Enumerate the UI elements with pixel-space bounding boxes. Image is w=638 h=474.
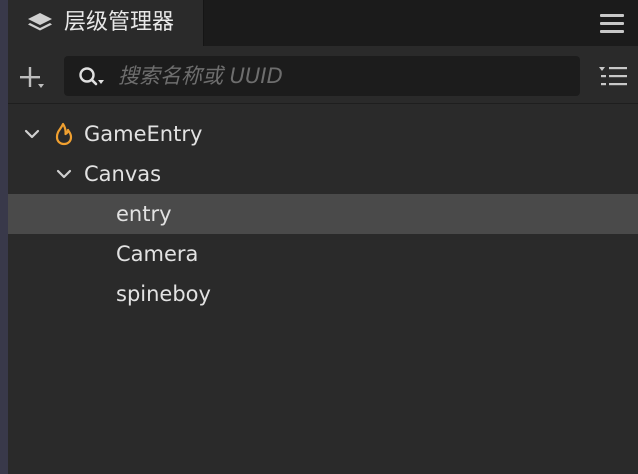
list-options-icon[interactable] <box>598 64 628 88</box>
tree-node-label: GameEntry <box>84 122 203 146</box>
flame-icon <box>55 122 73 146</box>
tab-hierarchy[interactable]: 层级管理器 <box>8 0 204 46</box>
panel-title: 层级管理器 <box>64 10 175 35</box>
layers-icon <box>28 13 52 31</box>
panel-menu-icon[interactable] <box>600 14 624 34</box>
search-box <box>64 56 580 96</box>
hierarchy-panel: 层级管理器 搜索名称或 UUID GameEntry Canvas entry … <box>0 0 638 474</box>
tree-node-label: Canvas <box>84 162 162 186</box>
tree-node-label: spineboy <box>116 282 211 306</box>
hierarchy-tree: GameEntry Canvas entry Camera spineboy <box>8 114 638 314</box>
tree-node-label: Camera <box>116 242 199 266</box>
tree-node-label: entry <box>116 202 172 226</box>
tree-node-camera[interactable]: Camera <box>8 234 638 274</box>
chevron-down-icon[interactable] <box>56 166 72 182</box>
search-input[interactable] <box>118 56 568 96</box>
search-icon[interactable] <box>78 66 106 88</box>
chevron-down-icon[interactable] <box>24 126 40 142</box>
tree-node-spineboy[interactable]: spineboy <box>8 274 638 314</box>
tree-node-canvas[interactable]: Canvas <box>8 154 638 194</box>
hierarchy-toolbar <box>8 46 638 104</box>
panel-tab-bar: 层级管理器 <box>8 0 638 46</box>
panel-left-edge <box>0 0 8 474</box>
add-node-button[interactable] <box>16 62 46 92</box>
tree-node-gameentry[interactable]: GameEntry <box>8 114 638 154</box>
tree-node-entry[interactable]: entry <box>8 194 638 234</box>
